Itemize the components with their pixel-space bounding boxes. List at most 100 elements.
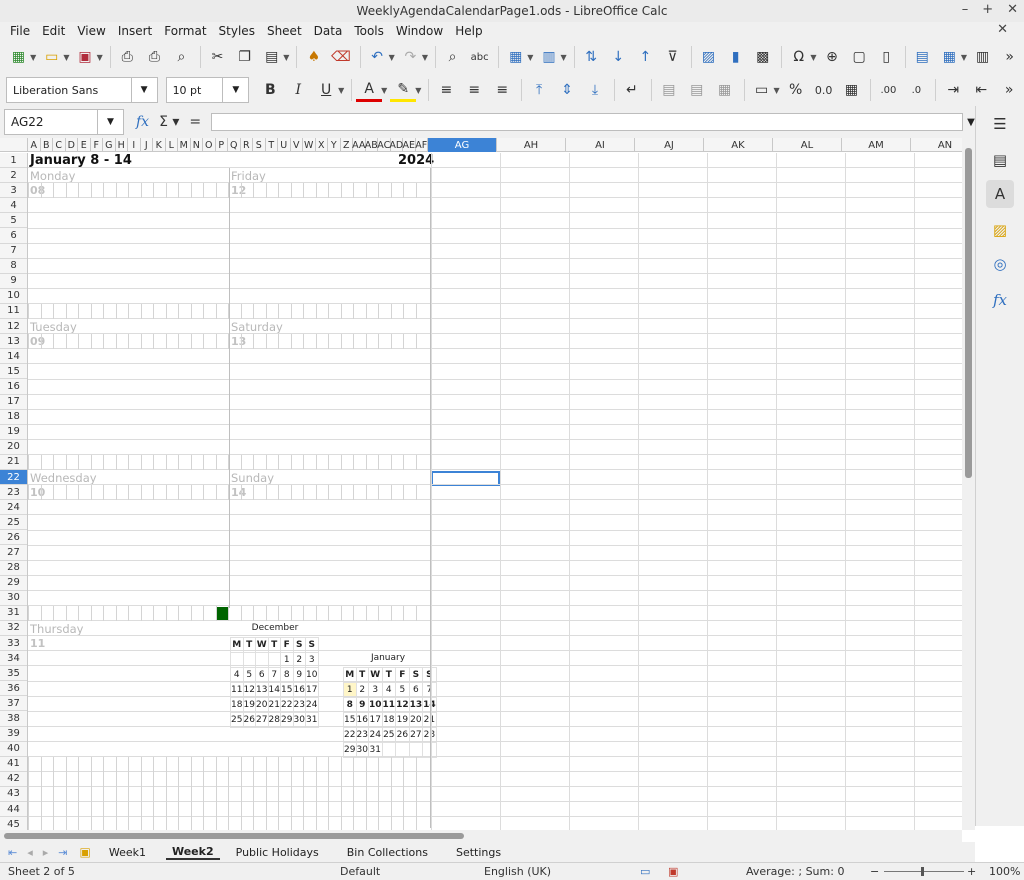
percent-format-icon[interactable]: % [783,78,809,102]
selection-mode-icon[interactable]: ▭ [640,865,650,878]
copy-icon[interactable]: ❐ [232,45,257,69]
menu-tools[interactable]: Tools [348,24,390,38]
chevron-down-icon[interactable]: ▼ [97,110,123,134]
align-right-icon[interactable]: ≡ [489,78,515,102]
row-header-12[interactable]: 12 [0,319,27,335]
sum-icon[interactable]: Σ ▾ [159,114,179,130]
tab-settings[interactable]: Settings [456,846,501,859]
align-top-icon[interactable]: ⤒ [526,78,552,102]
row-header-36[interactable]: 36 [0,681,27,697]
row-header-8[interactable]: 8 [0,259,27,274]
column-header-s[interactable]: S [253,138,266,152]
row-header-23[interactable]: 23 [0,485,27,501]
column-header-a[interactable]: A [28,138,41,152]
column-header-x[interactable]: X [316,138,328,152]
menu-data[interactable]: Data [308,24,349,38]
export-pdf-icon[interactable]: ⎙ [115,45,140,69]
row-header-43[interactable]: 43 [0,787,27,803]
row-header-45[interactable]: 45 [0,817,27,830]
insert-chart-icon[interactable]: ▮ [723,45,748,69]
row-header-42[interactable]: 42 [0,772,27,787]
font-color-icon[interactable]: A [356,78,383,102]
row-header-20[interactable]: 20 [0,440,27,455]
define-print-area-icon[interactable]: ▤ [910,45,935,69]
row-header-33[interactable]: 33 [0,636,27,652]
tab-week1[interactable]: Week1 [109,846,146,859]
column-header-d[interactable]: D [66,138,78,152]
chevron-down-icon[interactable]: ▼ [130,78,157,102]
center-vertically-icon[interactable]: ⇕ [554,78,580,102]
print-icon[interactable]: ⎙ [142,45,167,69]
status-page-style[interactable]: Default [340,865,380,878]
document-modified-icon[interactable]: ▣ [668,865,678,878]
row-header-18[interactable]: 18 [0,410,27,425]
horizontal-scroll-thumb[interactable] [4,833,464,839]
menu-styles[interactable]: Styles [213,24,261,38]
new-icon[interactable]: ▦ [6,45,31,69]
row-header-29[interactable]: 29 [0,576,27,591]
add-decimal-icon[interactable]: .00 [875,78,901,102]
status-language[interactable]: English (UK) [484,865,551,878]
row-header-15[interactable]: 15 [0,364,27,380]
zoom-slider-handle[interactable] [921,867,924,876]
column-icon[interactable]: ▥ [536,45,561,69]
header-footer-icon[interactable]: ▯ [874,45,899,69]
row-header-3[interactable]: 3 [0,183,27,199]
column-header-y[interactable]: Y [328,138,341,152]
column-header-v[interactable]: V [291,138,303,152]
properties-icon[interactable]: ▤ [986,146,1014,174]
menu-edit[interactable]: Edit [36,24,71,38]
spelling-icon[interactable]: abc [467,45,492,69]
more-icon[interactable]: » [997,45,1022,69]
row-header-32[interactable]: 32 [0,621,27,636]
row-header-44[interactable]: 44 [0,802,27,818]
column-header-m[interactable]: M [178,138,191,152]
column-header-h[interactable]: H [116,138,128,152]
column-header-n[interactable]: N [191,138,203,152]
column-header-w[interactable]: W [303,138,316,152]
paste-icon[interactable]: ▤ [259,45,284,69]
row-header-27[interactable]: 27 [0,545,27,561]
horizontal-scrollbar[interactable] [0,830,962,842]
column-header-af[interactable]: AF [415,138,428,152]
tab-week2[interactable]: Week2 [165,845,220,860]
name-box[interactable]: AG22 ▼ [4,109,124,135]
save-icon[interactable]: ▣ [73,45,98,69]
column-header-ae[interactable]: AE [403,138,416,152]
clone-formatting-icon[interactable]: ♠ [301,45,326,69]
insert-image-icon[interactable]: ▨ [696,45,721,69]
row-header-26[interactable]: 26 [0,530,27,546]
row-header-10[interactable]: 10 [0,289,27,304]
vertical-scrollbar[interactable] [962,138,975,830]
row-header-40[interactable]: 40 [0,742,27,757]
menu-file[interactable]: File [4,24,36,38]
navigator-icon[interactable]: ◎ [986,250,1014,278]
row-header-25[interactable]: 25 [0,515,27,531]
highlight-color-icon[interactable]: ✎ [390,78,417,102]
align-left-icon[interactable]: ≡ [433,78,459,102]
bold-icon[interactable]: B [257,78,283,102]
row-header-6[interactable]: 6 [0,228,27,244]
clear-formatting-icon[interactable]: ⌫ [328,45,353,69]
align-bottom-icon[interactable]: ⤓ [582,78,608,102]
styles-icon[interactable]: A [986,180,1014,208]
row-header-24[interactable]: 24 [0,500,27,516]
column-header-j[interactable]: J [141,138,153,152]
special-character-icon[interactable]: Ω [786,45,811,69]
column-header-an[interactable]: AN [911,138,962,152]
row-header-28[interactable]: 28 [0,561,27,576]
formula-input[interactable] [211,113,964,131]
column-header-z[interactable]: Z [341,138,353,152]
more-icon[interactable]: » [996,78,1022,102]
row-header-17[interactable]: 17 [0,395,27,410]
italic-icon[interactable]: I [285,78,311,102]
column-header-ak[interactable]: AK [704,138,773,152]
menu-sheet[interactable]: Sheet [261,24,308,38]
row-header-5[interactable]: 5 [0,213,27,229]
print-preview-icon[interactable]: ⌕ [169,45,194,69]
vertical-scroll-thumb[interactable] [965,148,972,478]
redo-icon[interactable]: ↷ [398,45,423,69]
increase-indent-icon[interactable]: ⇥ [940,78,966,102]
spreadsheet-grid[interactable]: A B C D E F G H I J K L M N O P Q R S T U V W X Y Z AA AB AC AD AE AF AG… [0,138,962,830]
row-header-30[interactable]: 30 [0,591,27,606]
